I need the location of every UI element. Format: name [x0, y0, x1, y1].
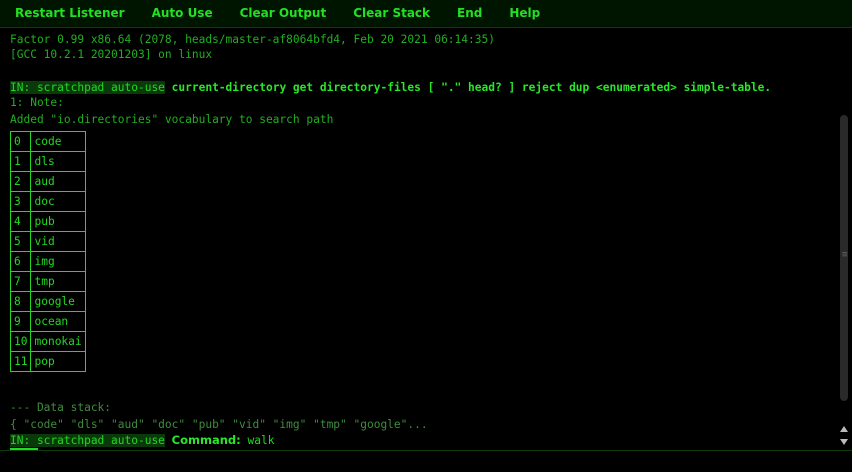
table-value-cell: google	[30, 291, 86, 312]
auto-use-button[interactable]: Auto Use	[140, 0, 225, 27]
end-button[interactable]: End	[445, 0, 494, 27]
table-index-cell: 3	[9, 191, 32, 212]
table-value-cell: ocean	[30, 311, 86, 332]
table-index-cell: 11	[9, 351, 32, 372]
table-value-cell: code	[30, 131, 86, 152]
restart-listener-button[interactable]: Restart Listener	[3, 0, 137, 27]
table-row: 9 ocean	[9, 311, 86, 332]
table-row: 2 aud	[9, 171, 86, 192]
table-index-cell: 0	[9, 131, 32, 152]
version-line: Factor 0.99 x86.64 (2078, heads/master-a…	[10, 33, 495, 46]
table-row: 7 tmp	[9, 271, 86, 292]
input-line: IN: scratchpad auto-use current-director…	[10, 80, 771, 95]
table-index-cell: 6	[9, 251, 32, 272]
table-row: 5 vid	[9, 231, 86, 252]
in-prefix: IN: scratchpad auto-use	[10, 81, 165, 94]
table-index-cell: 4	[9, 211, 32, 232]
table-value-cell: pub	[30, 211, 86, 232]
table-value-cell: monokai	[30, 331, 86, 352]
directory-table: 0 code 1 dls 2 aud 3 doc 4 pub 5 vid 6 img 7 tmp 8 google…	[9, 131, 86, 372]
status-bar	[0, 450, 852, 472]
clear-output-button[interactable]: Clear Output	[228, 0, 339, 27]
gcc-line: [GCC 10.2.1 20201203] on linux	[10, 48, 213, 61]
table-index-cell: 8	[9, 291, 32, 312]
table-row: 10 monokai	[9, 331, 86, 352]
data-stack-header: --- Data stack:	[10, 401, 112, 414]
table-row: 1 dls	[9, 151, 86, 172]
vertical-scrollbar[interactable]: ≡	[836, 28, 852, 450]
table-value-cell: doc	[30, 191, 86, 212]
command-prompt: IN: scratchpad auto-use Command: walk	[10, 433, 274, 448]
entered-command: current-directory get directory-files [ …	[171, 81, 772, 94]
help-button[interactable]: Help	[497, 0, 552, 27]
table-row: 4 pub	[9, 211, 86, 232]
table-index-cell: 7	[9, 271, 32, 292]
table-row: 8 google	[9, 291, 86, 312]
scrollbar-thumb[interactable]: ≡	[840, 115, 848, 401]
data-stack-content: { "code" "dls" "aud" "doc" "pub" "vid" "…	[10, 418, 428, 431]
table-row: 0 code	[9, 131, 86, 152]
scroll-down-icon[interactable]	[840, 439, 848, 445]
table-row: 6 img	[9, 251, 86, 272]
table-row: 11 pop	[9, 351, 86, 372]
table-value-cell: img	[30, 251, 86, 272]
table-row: 3 doc	[9, 191, 86, 212]
table-index-cell: 10	[9, 331, 32, 352]
table-value-cell: dls	[30, 151, 86, 172]
table-index-cell: 2	[9, 171, 32, 192]
table-index-cell: 9	[9, 311, 32, 332]
toolbar: Restart Listener Auto Use Clear Output C…	[0, 0, 852, 28]
prompt-prefix: IN: scratchpad auto-use	[10, 434, 165, 447]
scroll-up-icon[interactable]	[840, 426, 848, 432]
clear-stack-button[interactable]: Clear Stack	[341, 0, 442, 27]
table-value-cell: pop	[30, 351, 86, 372]
table-value-cell: tmp	[30, 271, 86, 292]
table-value-cell: aud	[30, 171, 86, 192]
table-value-cell: vid	[30, 231, 86, 252]
table-index-cell: 1	[9, 151, 32, 172]
note-label: 1: Note:	[10, 96, 64, 109]
listener-output[interactable]: Factor 0.99 x86.64 (2078, heads/master-a…	[0, 28, 836, 450]
table-index-cell: 5	[9, 231, 32, 252]
command-label: Command:	[171, 433, 241, 447]
command-input[interactable]: walk	[248, 434, 275, 447]
grip-icon: ≡	[842, 250, 848, 260]
note-text: Added "io.directories" vocabulary to sea…	[10, 113, 334, 126]
